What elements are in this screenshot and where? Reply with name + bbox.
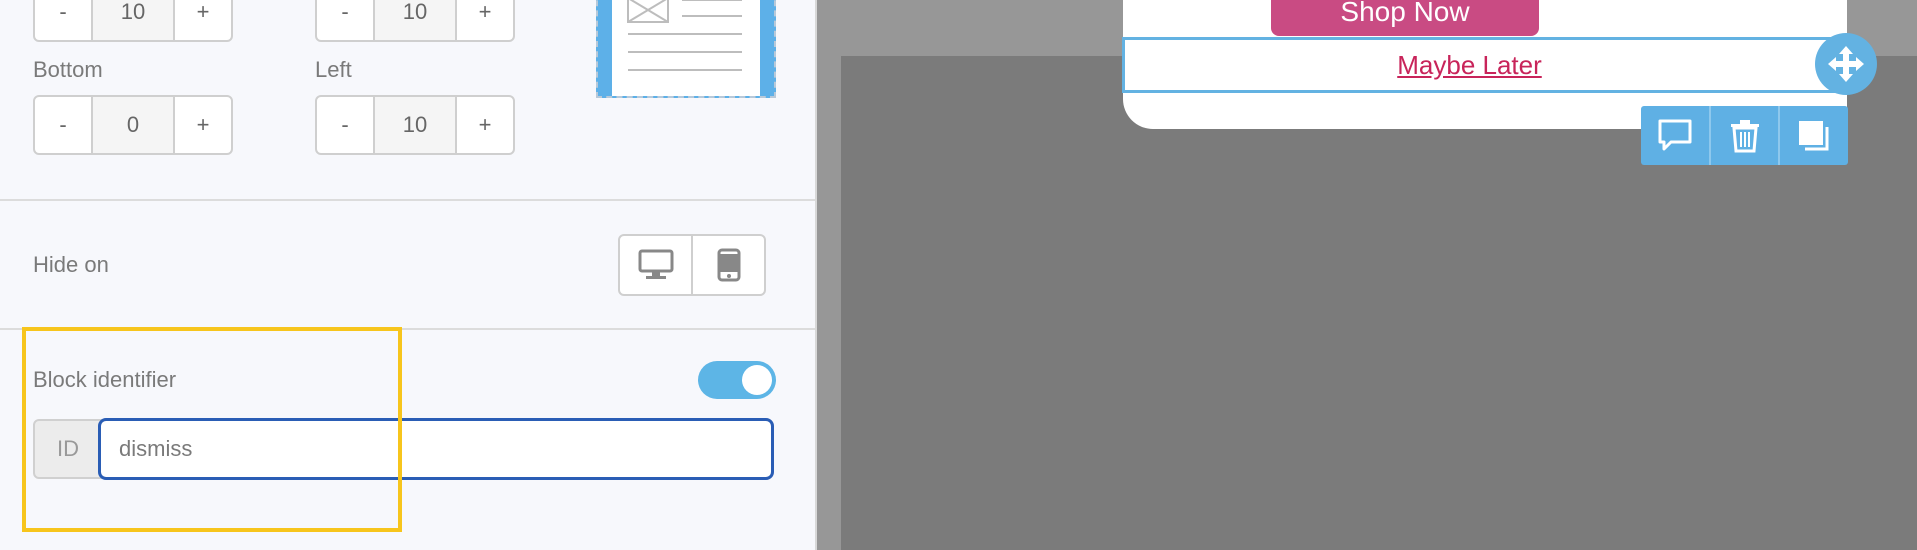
trash-icon — [1730, 119, 1759, 152]
block-id-input[interactable] — [98, 418, 774, 480]
padding-left-increment-button[interactable]: + — [457, 97, 513, 153]
bottom-label: Bottom — [33, 57, 103, 82]
block-identifier-toggle[interactable] — [698, 361, 776, 399]
canvas-backdrop-left — [817, 0, 841, 550]
padding-right-value[interactable]: 10 — [373, 0, 457, 40]
padding-top-decrement-button[interactable]: - — [35, 0, 91, 40]
maybe-later-link[interactable]: Maybe Later — [1397, 50, 1542, 81]
padding-bottom-decrement-button[interactable]: - — [35, 97, 91, 153]
hide-on-label: Hide on — [33, 252, 109, 277]
padding-top-increment-button[interactable]: + — [175, 0, 231, 40]
duplicate-icon — [1799, 120, 1829, 150]
comment-icon — [1658, 119, 1692, 150]
padding-top-stepper[interactable]: - 10 + — [33, 0, 233, 42]
settings-panel: - 10 + - 10 + Bottom Left - 0 + - 10 + H… — [0, 0, 817, 550]
move-handle[interactable] — [1815, 33, 1877, 95]
section-divider — [0, 199, 815, 201]
block-identifier-label: Block identifier — [33, 367, 177, 392]
padding-right-stepper[interactable]: - 10 + — [315, 0, 515, 42]
preview-page — [612, 0, 760, 96]
move-icon — [1828, 46, 1864, 82]
padding-left-value[interactable]: 10 — [373, 97, 457, 153]
left-label: Left — [315, 57, 352, 82]
block-preview-thumbnail[interactable] — [596, 0, 776, 98]
delete-button[interactable] — [1708, 106, 1779, 165]
section-divider — [0, 328, 815, 330]
hide-on-mobile-button[interactable] — [691, 236, 764, 294]
design-canvas: Shop Now Maybe Later — [817, 0, 1917, 550]
padding-right-increment-button[interactable]: + — [457, 0, 513, 40]
duplicate-button[interactable] — [1778, 106, 1848, 165]
maybe-later-block[interactable]: Maybe Later — [1122, 37, 1847, 93]
padding-left-decrement-button[interactable]: - — [317, 97, 373, 153]
padding-top-value[interactable]: 10 — [91, 0, 175, 40]
desktop-icon — [638, 249, 673, 279]
block-toolbar — [1641, 106, 1848, 165]
toggle-knob — [742, 365, 772, 395]
padding-bottom-value[interactable]: 0 — [91, 97, 175, 153]
hide-on-device-group — [618, 234, 766, 296]
hide-on-desktop-button[interactable] — [620, 236, 691, 294]
id-prefix-label: ID — [33, 419, 103, 479]
article-layout-icon — [627, 0, 742, 71]
padding-bottom-stepper[interactable]: - 0 + — [33, 95, 233, 155]
shop-now-button[interactable]: Shop Now — [1271, 0, 1539, 36]
padding-left-stepper[interactable]: - 10 + — [315, 95, 515, 155]
mobile-icon — [717, 248, 740, 282]
comment-button[interactable] — [1641, 106, 1709, 165]
padding-right-decrement-button[interactable]: - — [317, 0, 373, 40]
padding-bottom-increment-button[interactable]: + — [175, 97, 231, 153]
